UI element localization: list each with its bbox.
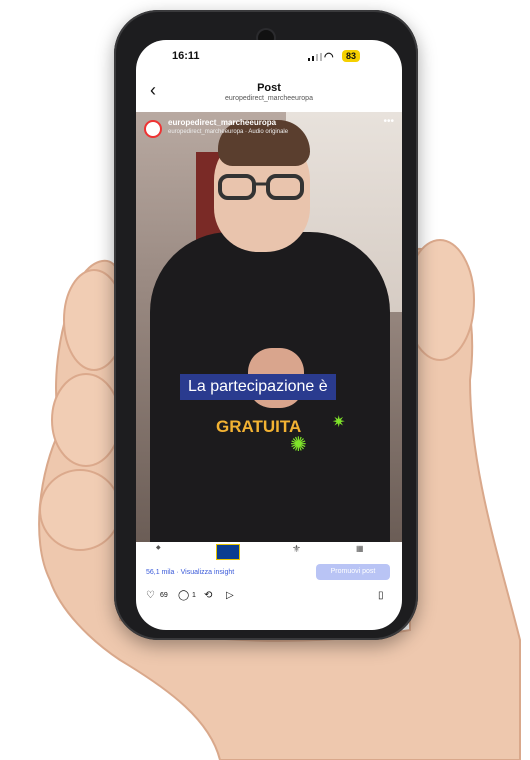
wifi-icon: ◠ xyxy=(324,51,334,63)
page-subtitle: europedirect_marcheeuropa xyxy=(225,95,313,102)
battery-badge: 83 xyxy=(342,50,361,62)
partner-logos-strip: ◆ ⚜ ▦ xyxy=(136,542,402,564)
video-player[interactable]: europedirect_marcheeuropa europedirect_m… xyxy=(136,112,402,542)
page-title: Post xyxy=(257,82,281,94)
share-icon[interactable]: ▷ xyxy=(226,590,234,601)
glasses-icon xyxy=(218,174,304,200)
post-header: ‹ Post europedirect_marcheeuropa xyxy=(136,68,402,108)
signal-icon xyxy=(308,53,322,61)
comment-count: 1 xyxy=(192,592,196,599)
status-bar: 16:11 ◠ 83 xyxy=(136,40,402,64)
overlay-username[interactable]: europedirect_marcheeuropa xyxy=(168,118,276,127)
more-options-icon[interactable]: ••• xyxy=(383,116,394,127)
like-heart-icon[interactable]: ♡ xyxy=(146,590,155,601)
comment-icon[interactable]: ◯ xyxy=(178,590,189,601)
insight-bar: 56,1 mila · Visualizza insight Promuovi … xyxy=(136,564,402,582)
status-time: 16:11 xyxy=(172,50,200,62)
region-logo-icon: ◆ xyxy=(156,545,161,551)
caption-line-2: GRATUITA xyxy=(216,417,302,436)
emblem-logo-icon: ⚜ xyxy=(292,544,301,555)
stage: 16:11 ◠ 83 ‹ Post europedirect_marcheeur… xyxy=(0,0,530,760)
caption-line-1: La partecipazione è xyxy=(180,374,336,400)
ministry-logo-icon: ▦ xyxy=(356,544,364,553)
repost-icon[interactable]: ⟲ xyxy=(204,590,212,601)
like-count: 69 xyxy=(160,592,168,599)
sparkle-icon: ✷ xyxy=(332,414,346,431)
eu-flag-icon xyxy=(216,544,240,560)
bookmark-icon[interactable]: ▯ xyxy=(378,590,384,601)
overlay-audio[interactable]: europedirect_marcheeuropa · Audio origin… xyxy=(168,129,288,135)
sparkle-icon: ✺ xyxy=(290,434,307,456)
view-insights-link[interactable]: 56,1 mila · Visualizza insight xyxy=(146,569,234,576)
post-actions: ♡ 69 ◯ 1 ⟲ ▷ ▯ xyxy=(136,586,402,608)
promote-post-button[interactable]: Promuovi post xyxy=(316,564,390,580)
account-avatar[interactable] xyxy=(144,120,162,138)
phone-screen: 16:11 ◠ 83 ‹ Post europedirect_marcheeur… xyxy=(136,40,402,630)
